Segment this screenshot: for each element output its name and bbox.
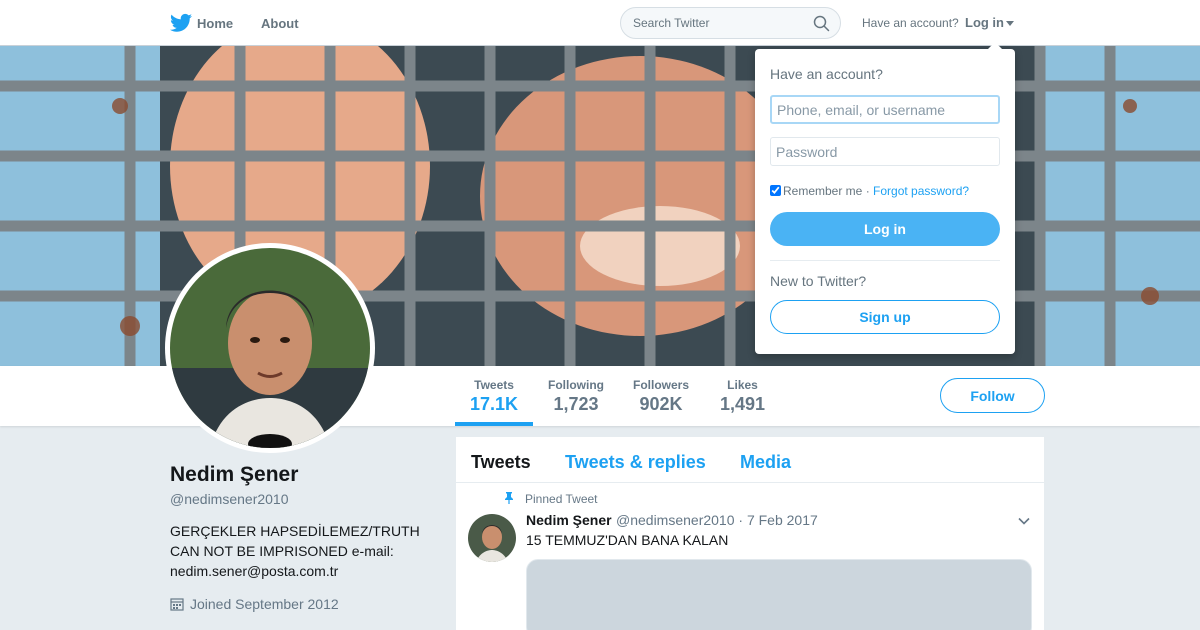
login-button[interactable]: Log in xyxy=(770,212,1000,246)
active-stat-indicator xyxy=(455,422,533,426)
stat-value: 1,491 xyxy=(720,394,766,414)
joined-text: Joined September 2012 xyxy=(190,596,339,612)
caret-down-icon xyxy=(1006,21,1014,27)
timeline: Tweets Tweets & replies Media Pinned Twe… xyxy=(456,437,1044,630)
stat-label: Following xyxy=(548,378,604,392)
joined-date: Joined September 2012 xyxy=(170,596,339,612)
tweet-author-handle-date[interactable]: @nedimsener2010 · 7 Feb 2017 xyxy=(616,512,818,528)
timeline-tabs: Tweets Tweets & replies Media xyxy=(456,437,1044,483)
pinned-tweet-label: Pinned Tweet xyxy=(525,492,598,506)
stat-value: 1,723 xyxy=(553,394,599,414)
search-input[interactable] xyxy=(633,15,803,31)
tweet-media-preview[interactable] xyxy=(526,559,1032,630)
tab-tweets-replies[interactable]: Tweets & replies xyxy=(565,452,706,473)
chevron-down-icon[interactable] xyxy=(1018,515,1030,527)
login-dropdown-toggle[interactable]: Log in xyxy=(965,15,1014,30)
login-toggle-label: Log in xyxy=(965,15,1004,30)
stat-value: 17.1K xyxy=(470,394,519,414)
username-input[interactable] xyxy=(770,95,1000,124)
nav-home-link[interactable]: Home xyxy=(197,16,233,31)
stat-likes[interactable]: Likes 1,491 xyxy=(720,378,765,415)
tweet-text: 15 TEMMUZ'DAN BANA KALAN xyxy=(526,532,729,548)
stat-tweets[interactable]: Tweets 17.1K xyxy=(470,378,518,415)
stat-value: 902K xyxy=(639,394,683,414)
new-to-twitter-text: New to Twitter? xyxy=(770,273,867,289)
forgot-password-link[interactable]: Forgot password? xyxy=(873,184,969,198)
stat-label: Followers xyxy=(633,378,690,392)
login-dropdown-title: Have an account? xyxy=(770,66,883,82)
calendar-icon xyxy=(170,598,184,611)
have-account-text: Have an account? xyxy=(862,16,959,30)
signup-button[interactable]: Sign up xyxy=(770,300,1000,334)
separator-dot: · xyxy=(862,184,874,198)
dropdown-caret xyxy=(988,42,1002,49)
search-box xyxy=(620,7,841,39)
tab-media[interactable]: Media xyxy=(740,452,791,473)
password-input[interactable] xyxy=(770,137,1000,166)
follow-button[interactable]: Follow xyxy=(940,378,1045,413)
tweet-author-avatar[interactable] xyxy=(468,514,516,562)
stat-label: Likes xyxy=(727,378,758,392)
search-icon[interactable] xyxy=(813,15,830,32)
dropdown-divider xyxy=(770,260,1000,261)
profile-name[interactable]: Nedim Şener xyxy=(170,463,298,487)
twitter-bird-icon[interactable] xyxy=(170,13,192,33)
login-dropdown: Have an account? Remember me · Forgot pa… xyxy=(755,42,1015,354)
profile-bio: GERÇEKLER HAPSEDİLEMEZ/TRUTH CAN NOT BE … xyxy=(170,523,420,579)
remember-me-row: Remember me · Forgot password? xyxy=(770,184,969,198)
avatar-photo xyxy=(170,248,370,448)
remember-me-checkbox[interactable] xyxy=(770,185,781,196)
remember-me-label[interactable]: Remember me xyxy=(783,184,862,198)
profile-handle[interactable]: @nedimsener2010 xyxy=(170,491,289,507)
profile-avatar[interactable] xyxy=(165,243,375,453)
stat-label: Tweets xyxy=(474,378,514,392)
nav-about-link[interactable]: About xyxy=(261,16,299,31)
stat-following[interactable]: Following 1,723 xyxy=(548,378,604,415)
top-navigation: Home About Have an account? Log in xyxy=(0,0,1200,46)
tweet-author-name[interactable]: Nedim Şener xyxy=(526,512,612,528)
stat-followers[interactable]: Followers 902K xyxy=(633,378,689,415)
pin-icon xyxy=(505,492,513,504)
tab-tweets[interactable]: Tweets xyxy=(471,452,531,473)
